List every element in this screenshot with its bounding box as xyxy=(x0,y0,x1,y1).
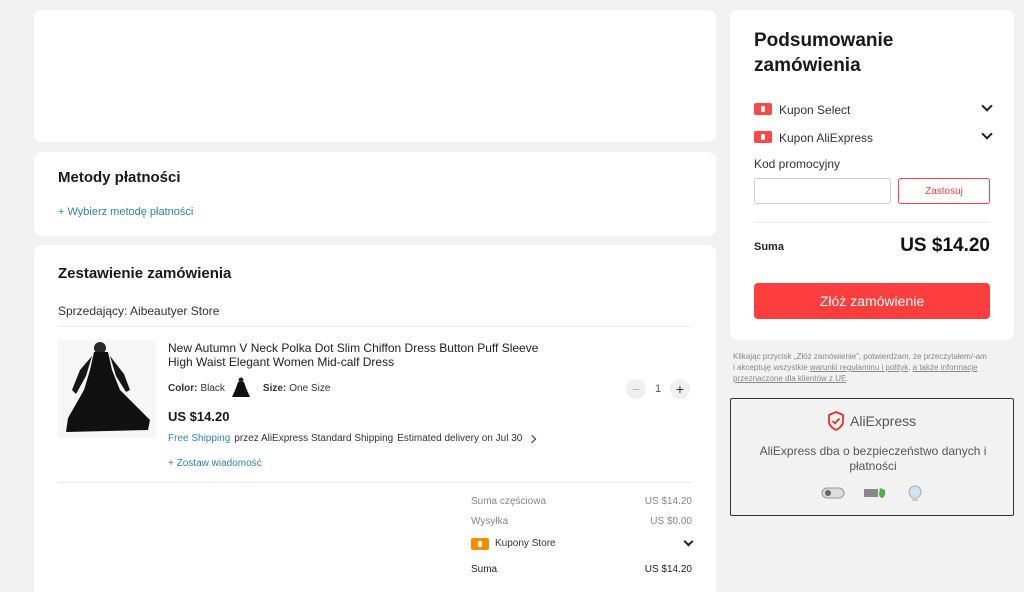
eu-info-link-part2[interactable]: przeznaczone dla klientów z UE xyxy=(733,374,846,383)
coupon-aliexpress-row[interactable]: Kupon AliExpress xyxy=(754,128,994,146)
secure-shield-icon xyxy=(864,488,885,498)
store-coupons-label: Kupony Store xyxy=(495,538,556,549)
chevron-down-icon[interactable] xyxy=(981,100,993,112)
product-price: US $14.20 xyxy=(168,409,230,424)
coupon-select-row[interactable]: Kupon Select xyxy=(754,100,994,118)
shield-check-icon xyxy=(828,411,844,431)
summary-divider xyxy=(754,222,990,223)
payment-methods-card: Metody płatności + Wybierz metodę płatno… xyxy=(34,152,716,236)
security-card: AliExpress AliExpress dba o bezpieczeńst… xyxy=(730,398,1014,516)
legal-notice: Klikając przycisk „Złóż zamówienie”, pot… xyxy=(733,351,1017,384)
dress-swatch-icon xyxy=(231,377,250,397)
order-sum-value: US $14.20 xyxy=(644,564,692,575)
summary-total-value: US $14.20 xyxy=(900,235,990,256)
color-swatch xyxy=(230,377,251,399)
summary-title-line1: Podsumowanie xyxy=(754,30,894,51)
coupon-select-icon xyxy=(754,103,772,115)
security-brand: AliExpress xyxy=(827,411,916,431)
delivery-estimate: Estimated delivery on Jul 30 xyxy=(397,433,523,444)
increase-quantity-button[interactable]: + xyxy=(670,379,690,399)
legal-line3-suffix: . xyxy=(846,374,849,383)
legal-line1: Klikając przycisk „Złóż zamówienie”, pot… xyxy=(733,352,987,361)
address-card xyxy=(34,10,716,142)
order-overview-card: Zestawienie zamówienia Sprzedający: Aibe… xyxy=(34,245,716,592)
summary-title-line2: zamówienia xyxy=(754,55,861,76)
quantity-stepper: − 1 + xyxy=(626,379,690,399)
summary-total-label: Suma xyxy=(754,241,784,253)
coupon-select-label: Kupon Select xyxy=(779,103,851,117)
shipping-method: przez AliExpress Standard Shipping xyxy=(234,433,394,444)
legal-line2-prefix: i akceptuję wszystkie xyxy=(733,363,810,372)
choose-payment-link[interactable]: + Wybierz metodę płatności xyxy=(58,206,193,218)
chevron-down-icon[interactable] xyxy=(981,128,993,140)
subtotal-label: Suma częściowa xyxy=(471,496,547,507)
promo-code-input[interactable] xyxy=(754,178,891,204)
product-name-line2[interactable]: High Waist Elegant Women Mid-calf Dress xyxy=(168,355,394,369)
card-lock-icon xyxy=(821,487,845,499)
store-coupon-icon xyxy=(471,538,489,550)
promo-code-label: Kod promocyjny xyxy=(754,157,841,171)
dress-image-icon xyxy=(58,340,156,438)
decrease-quantity-button[interactable]: − xyxy=(626,379,646,399)
size-value: One Size xyxy=(289,382,331,394)
security-text: AliExpress dba o bezpieczeństwo danych i… xyxy=(731,444,1015,474)
size-label: Size: xyxy=(262,382,287,394)
summary-title: Podsumowanie zamówienia xyxy=(754,28,893,78)
security-text-line1: AliExpress dba o bezpieczeństwo danych i xyxy=(759,444,987,458)
color-value: Black xyxy=(200,382,225,394)
color-label: Color: xyxy=(168,382,198,394)
seller-label: Sprzedający: Aibeautyer Store xyxy=(58,304,220,318)
chevron-right-icon[interactable] xyxy=(528,434,537,443)
seller-divider xyxy=(58,326,692,327)
aliexpress-logo-text: AliExpress xyxy=(850,413,917,429)
product-attributes: Color: Black Size: One Size xyxy=(168,377,330,399)
verified-badge-icon xyxy=(908,485,922,501)
order-summary-card: Podsumowanie zamówienia Kupon Select Kup… xyxy=(730,10,1014,340)
shipping-label: Wysyłka xyxy=(471,516,509,527)
security-badges xyxy=(821,484,925,502)
apply-promo-button[interactable]: Zastosuj xyxy=(898,178,990,204)
product-image[interactable] xyxy=(58,340,156,438)
coupon-aliexpress-icon xyxy=(754,131,772,143)
order-overview-title: Zestawienie zamówienia xyxy=(58,265,232,282)
shipping-value: US $0.00 xyxy=(650,516,692,527)
store-coupons-row[interactable]: Kupony Store xyxy=(471,536,695,552)
subtotal-value: US $14.20 xyxy=(644,496,692,507)
free-shipping-label: Free Shipping xyxy=(168,433,231,444)
product-name-line1[interactable]: New Autumn V Neck Polka Dot Slim Chiffon… xyxy=(168,341,538,355)
shipping-info[interactable]: Free Shipping przez AliExpress Standard … xyxy=(168,433,537,444)
place-order-button[interactable]: Złóż zamówienie xyxy=(754,283,990,319)
eu-info-link-part1[interactable]: a także informacje xyxy=(913,363,978,372)
coupon-aliexpress-label: Kupon AliExpress xyxy=(779,131,874,145)
leave-message-link[interactable]: + Zostaw wiadomość xyxy=(168,458,262,469)
order-sum-label: Suma xyxy=(471,564,498,575)
product-divider xyxy=(58,482,692,483)
terms-link[interactable]: warunki regulaminu i polityk xyxy=(810,363,908,372)
quantity-value[interactable]: 1 xyxy=(646,383,670,395)
chevron-down-icon[interactable] xyxy=(683,536,694,547)
security-text-line2: płatności xyxy=(849,459,897,473)
payment-methods-title: Metody płatności xyxy=(58,169,181,186)
